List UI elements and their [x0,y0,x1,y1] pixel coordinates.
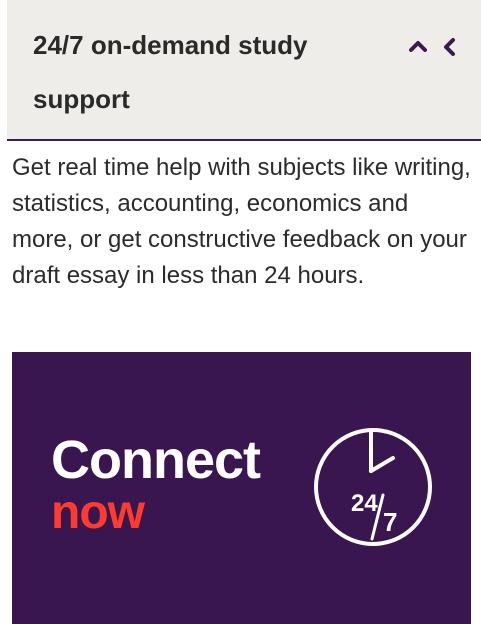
connect-now-banner[interactable]: Connect now 24 7 [12,352,471,624]
chevron-left-icon[interactable] [439,36,461,58]
accordion-title: 24/7 on-demand study support [33,30,308,114]
banner-subheadline: now [51,486,145,539]
chevron-up-icon[interactable] [407,36,429,58]
accordion-header[interactable]: 24/7 on-demand study support [7,0,481,141]
accordion-toggle[interactable] [407,30,477,64]
accordion-body-text: Get real time help with subjects like wr… [12,154,471,289]
clock-icon: 24 7 [314,428,432,546]
page: 24/7 on-demand study support Get real ti… [0,0,481,624]
clock-days-label: 7 [383,507,397,537]
clock-hours-label: 24 [351,490,378,517]
banner-headline: Connect [51,430,261,490]
